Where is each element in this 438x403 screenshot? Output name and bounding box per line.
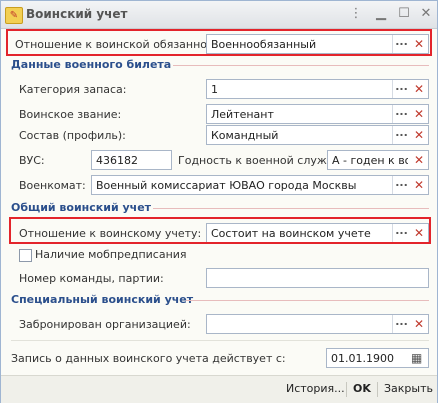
clear-icon[interactable]: ✕ <box>410 315 428 333</box>
section-special-title: Специальный воинский учет <box>11 293 194 306</box>
ok-button[interactable]: OK <box>353 380 371 398</box>
rank-value: Лейтенант <box>211 108 274 121</box>
title-bar: ✎ Воинский учет ⋮ ▁ ☐ ✕ <box>1 1 437 29</box>
section-ticket-title: Данные военного билета <box>11 58 172 71</box>
separator <box>346 382 347 397</box>
record-icon: ✎ <box>5 7 23 24</box>
close-button[interactable]: Закрыть <box>384 380 433 398</box>
minimize-icon[interactable]: ▁ <box>372 5 390 23</box>
reserved-field[interactable]: ... ✕ <box>206 314 429 334</box>
section-divider <box>186 300 429 301</box>
select-ellipsis-icon[interactable]: ... <box>392 176 410 194</box>
category-value: 1 <box>211 83 218 96</box>
vus-input[interactable]: 436182 <box>91 150 172 170</box>
rank-label: Воинское звание: <box>19 108 122 121</box>
staff-label: Состав (профиль): <box>19 129 126 142</box>
category-field[interactable]: 1 ... ✕ <box>206 79 429 99</box>
clear-icon[interactable]: ✕ <box>410 151 428 169</box>
office-label: Военкомат: <box>19 179 86 192</box>
calendar-icon[interactable]: ▦ <box>411 351 425 365</box>
date-value: 01.01.1900 <box>331 352 394 365</box>
section-divider <box>153 208 429 209</box>
mob-label: Наличие мобпредписания <box>35 248 187 261</box>
vus-label: ВУС: <box>19 154 45 167</box>
command-bar: История... OK Закрыть <box>1 375 437 403</box>
select-ellipsis-icon[interactable]: ... <box>392 315 410 333</box>
office-value: Военный комиссариат ЮВАО города Москвы <box>96 179 357 192</box>
staff-field[interactable]: Командный ... ✕ <box>206 125 429 145</box>
window-title: Воинский учет <box>26 7 128 21</box>
highlight-status <box>9 217 431 244</box>
more-icon[interactable]: ⋮ <box>347 5 365 23</box>
dialog-window: ✎ Воинский учет ⋮ ▁ ☐ ✕ Отношение к воин… <box>0 0 438 403</box>
highlight-relation <box>6 29 432 56</box>
category-label: Категория запаса: <box>19 83 127 96</box>
divider <box>11 340 429 341</box>
close-icon[interactable]: ✕ <box>417 5 435 23</box>
date-input[interactable]: 01.01.1900 ▦ <box>326 348 429 368</box>
fitness-field[interactable]: А - годен к во ✕ <box>327 150 429 170</box>
fitness-value: А - годен к во <box>332 154 408 167</box>
clear-icon[interactable]: ✕ <box>410 126 428 144</box>
fitness-label: Годность к военной службе: <box>178 154 345 167</box>
history-button[interactable]: История... <box>286 380 345 398</box>
record-label: Запись о данных воинского учета действуе… <box>11 352 286 365</box>
office-field[interactable]: Военный комиссариат ЮВАО города Москвы .… <box>91 175 429 195</box>
team-input[interactable] <box>206 268 429 288</box>
select-ellipsis-icon[interactable]: ... <box>392 80 410 98</box>
reserved-label: Забронирован организацией: <box>19 318 191 331</box>
section-general-title: Общий воинский учет <box>11 201 152 214</box>
section-divider <box>173 65 429 66</box>
select-ellipsis-icon[interactable]: ... <box>392 126 410 144</box>
rank-field[interactable]: Лейтенант ... ✕ <box>206 104 429 124</box>
clear-icon[interactable]: ✕ <box>410 80 428 98</box>
separator <box>377 382 378 397</box>
mob-checkbox[interactable] <box>19 249 32 262</box>
staff-value: Командный <box>211 129 279 142</box>
clear-icon[interactable]: ✕ <box>410 105 428 123</box>
select-ellipsis-icon[interactable]: ... <box>392 105 410 123</box>
team-label: Номер команды, партии: <box>19 272 164 285</box>
maximize-icon[interactable]: ☐ <box>395 5 413 23</box>
vus-value: 436182 <box>96 154 138 167</box>
clear-icon[interactable]: ✕ <box>410 176 428 194</box>
